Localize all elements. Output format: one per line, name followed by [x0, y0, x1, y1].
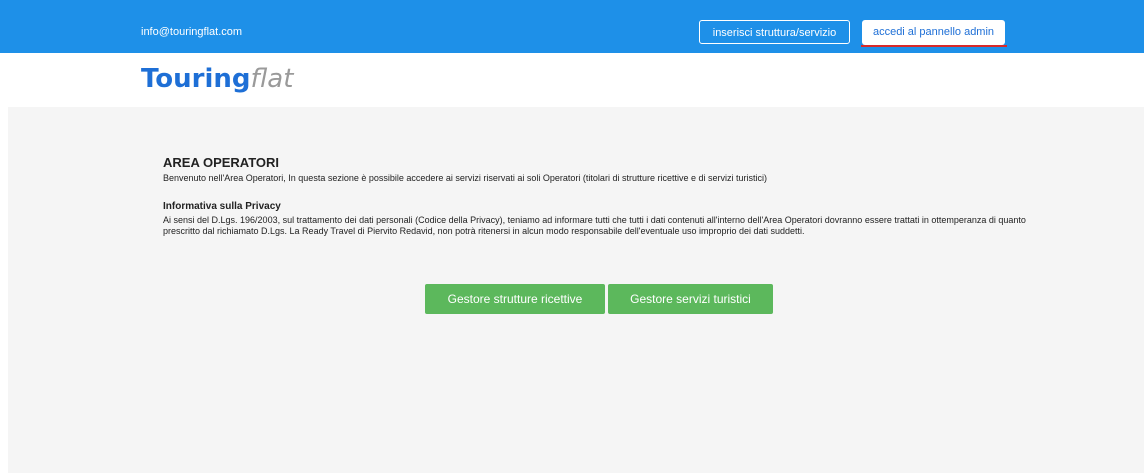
privacy-heading: Informativa sulla Privacy	[163, 201, 281, 212]
admin-button-underline	[861, 45, 1007, 47]
page-description: Benvenuto nell'Area Operatori, In questa…	[163, 173, 767, 183]
contact-email[interactable]: info@touringflat.com	[141, 26, 242, 39]
logo-strong-text: Touring	[141, 64, 251, 94]
admin-panel-button[interactable]: accedi al pannello admin	[862, 20, 1005, 45]
accommodation-manager-button[interactable]: Gestore strutture ricettive	[425, 284, 605, 314]
main-content: AREA OPERATORI Benvenuto nell'Area Opera…	[8, 107, 1144, 473]
top-bar: info@touringflat.com inserisci struttura…	[0, 0, 1144, 53]
tourist-services-manager-button[interactable]: Gestore servizi turistici	[608, 284, 773, 314]
page-title: AREA OPERATORI	[163, 155, 280, 170]
insert-structure-button[interactable]: inserisci struttura/servizio	[699, 20, 850, 44]
privacy-text: Ai sensi del D.Lgs. 196/2003, sul tratta…	[163, 215, 1026, 236]
site-logo[interactable]: Touringflat	[141, 62, 293, 94]
logo-light-text: flat	[250, 64, 294, 94]
